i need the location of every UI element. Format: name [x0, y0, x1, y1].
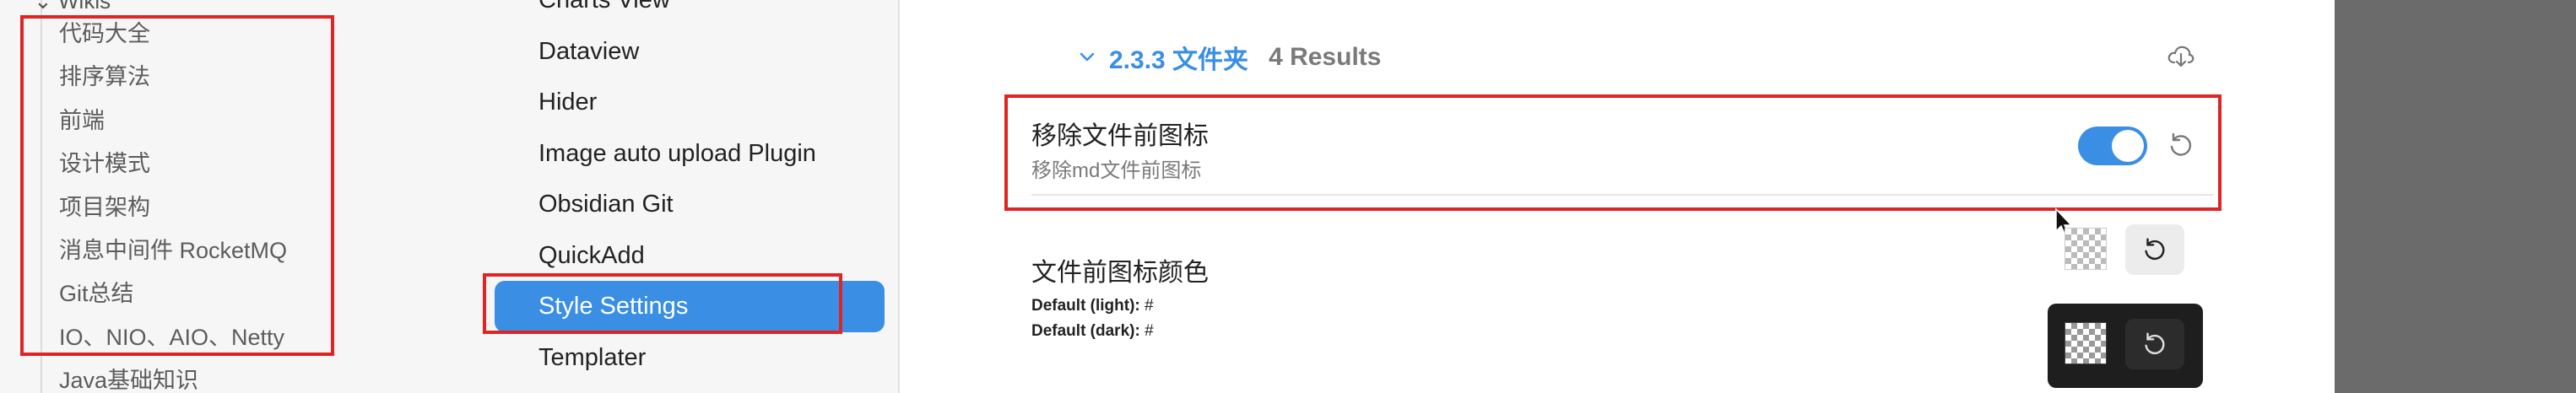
reset-icon: [2145, 332, 2165, 355]
chevron-down-icon: ⌄: [34, 0, 59, 13]
light-color-swatch[interactable]: [2065, 228, 2107, 270]
file-item[interactable]: 消息中间件 RocketMQ: [59, 235, 287, 278]
chevron-down-icon: [1080, 52, 1095, 62]
sidebar-item-templater[interactable]: Templater: [495, 332, 885, 384]
file-item[interactable]: Java基础知识: [59, 365, 287, 393]
section-result-count: 4 Results: [1269, 43, 1382, 71]
remove-icon-toggle[interactable]: [2078, 127, 2147, 165]
dark-color-swatch[interactable]: [2065, 322, 2107, 364]
setting-name: 移除文件前图标: [1031, 122, 1209, 150]
file-item[interactable]: 项目架构: [59, 192, 287, 235]
setting-description: 移除md文件前图标: [1031, 159, 1202, 182]
sidebar-item-charts-view[interactable]: Charts View: [495, 0, 885, 26]
sidebar-item-image-auto-upload[interactable]: Image auto upload Plugin: [495, 128, 885, 180]
file-item[interactable]: 设计模式: [59, 148, 287, 191]
section-title: 2.3.3 文件夹: [1109, 46, 1249, 74]
sidebar-item-quickadd[interactable]: QuickAdd: [495, 230, 885, 282]
default-light-value: Default (light): #: [1031, 297, 1154, 315]
reset-icon[interactable]: [2166, 130, 2196, 160]
sidebar-item-dataview[interactable]: Dataview: [495, 26, 885, 78]
toggle-knob: [2112, 130, 2144, 162]
file-item[interactable]: Git总结: [59, 278, 287, 321]
dark-color-panel: [2048, 304, 2203, 388]
community-plugin-list: Charts View Dataview Hider Image auto up…: [495, 0, 885, 383]
backdrop: [2335, 0, 2576, 393]
file-item[interactable]: 代码大全: [59, 19, 287, 62]
file-list: 代码大全 排序算法 前端 设计模式 项目架构 消息中间件 RocketMQ Gi…: [59, 19, 287, 393]
setting-name: 文件前图标颜色: [1031, 259, 1209, 287]
divider: [1031, 194, 2213, 196]
folder-wikis[interactable]: ⌄ Wikis: [34, 0, 111, 14]
reset-icon: [2145, 238, 2165, 261]
default-dark-value: Default (dark): #: [1031, 322, 1154, 340]
reset-dark-color-button[interactable]: [2125, 319, 2184, 369]
file-item[interactable]: 前端: [59, 105, 287, 148]
reset-light-color-button[interactable]: [2125, 224, 2184, 275]
file-item[interactable]: IO、NIO、AIO、Netty: [59, 322, 287, 365]
setting-remove-file-icon: 移除文件前图标 移除md文件前图标: [1031, 108, 2213, 196]
cloud-download-icon[interactable]: [2166, 40, 2196, 71]
sidebar-item-obsidian-git[interactable]: Obsidian Git: [495, 179, 885, 230]
sidebar-item-hider[interactable]: Hider: [495, 77, 885, 128]
section-header[interactable]: 2.3.3 文件夹 4 Results: [1077, 39, 1381, 76]
file-explorer: ⌄ Wikis 代码大全 排序算法 前端 设计模式 项目架构 消息中间件 Roc…: [0, 0, 479, 393]
sidebar-item-style-settings[interactable]: Style Settings: [495, 281, 885, 332]
file-item[interactable]: 排序算法: [59, 62, 287, 105]
tree-indent-guide: [41, 0, 42, 393]
settings-sidebar: Charts View Dataview Hider Image auto up…: [478, 0, 900, 393]
